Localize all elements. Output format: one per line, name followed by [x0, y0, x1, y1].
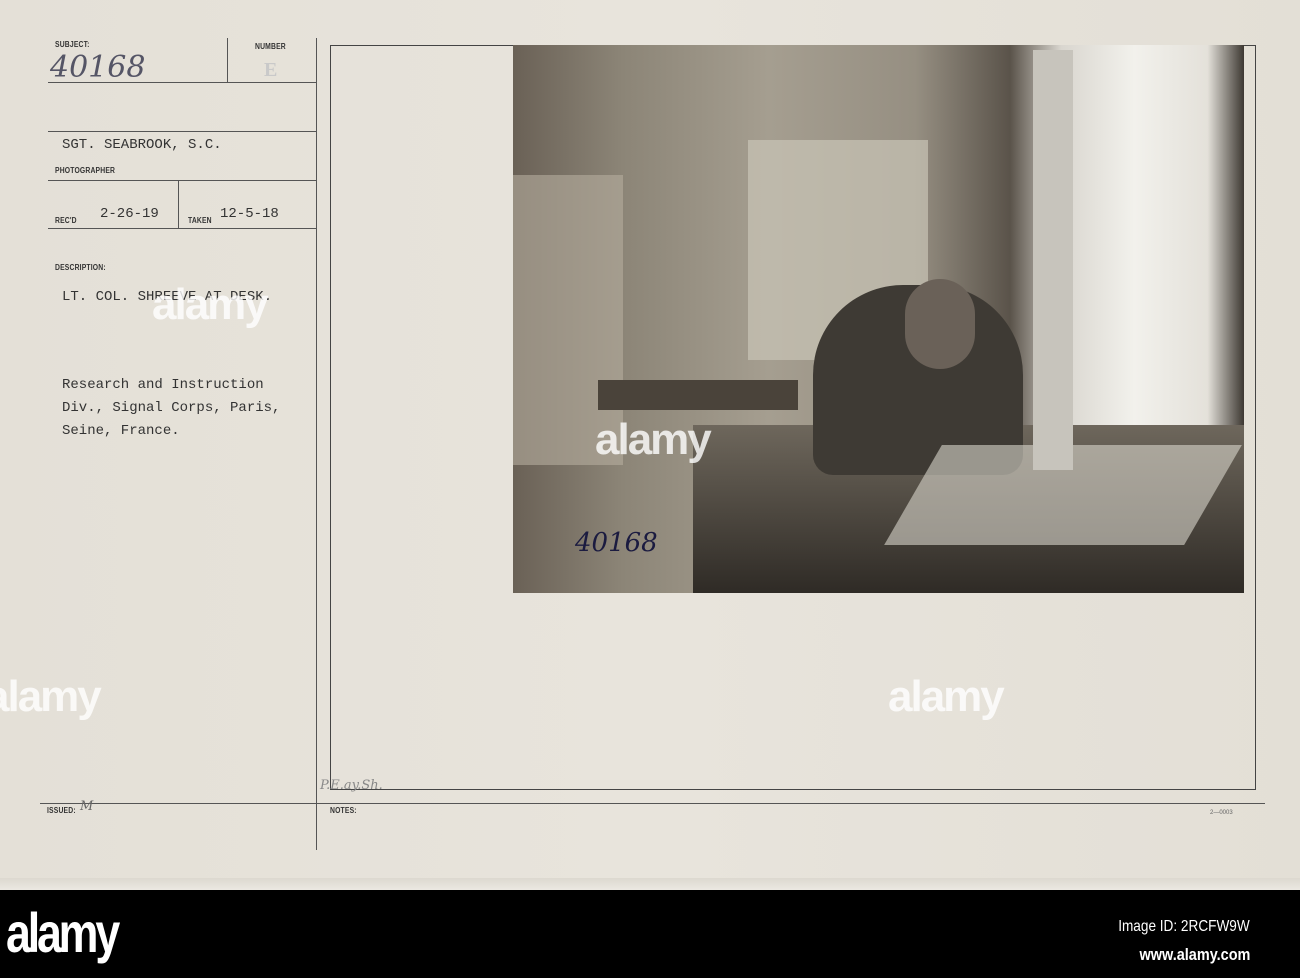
- stock-footer: alamy Image ID: 2RCFW9W www.alamy.com: [0, 890, 1300, 978]
- recd-date: 2-26-19: [100, 206, 159, 222]
- issued-value: M: [80, 799, 94, 814]
- photographer-name: SGT. SEABROOK, S.C.: [62, 137, 222, 153]
- notes-label: NOTES:: [330, 806, 357, 815]
- form-code: 2—0003: [1210, 810, 1233, 816]
- watermark: alamy: [888, 672, 1005, 721]
- description-line: Seine, France.: [62, 423, 180, 439]
- recd-label: REC'D: [55, 216, 77, 225]
- description-line: Div., Signal Corps, Paris,: [62, 400, 281, 416]
- notes-handwriting: P.E.ay.Sh.: [320, 778, 383, 793]
- number-value: E: [264, 59, 278, 81]
- subject-label: SUBJECT:: [55, 40, 90, 49]
- photograph: 40168: [513, 45, 1244, 593]
- watermark: alamy: [0, 672, 102, 721]
- alamy-url[interactable]: www.alamy.com: [1139, 945, 1250, 965]
- taken-label: TAKEN: [188, 216, 212, 225]
- image-id: Image ID: 2RCFW9W: [1118, 918, 1250, 935]
- description-line: Research and Instruction: [62, 377, 264, 393]
- watermark: alamy: [152, 280, 269, 329]
- description-label: DESCRIPTION:: [55, 263, 106, 272]
- subject-number: 40168: [50, 50, 146, 85]
- number-label: NUMBER: [255, 42, 286, 51]
- archival-photo-card: SUBJECT: 40168 NUMBER E SGT. SEABROOK, S…: [0, 0, 1300, 890]
- watermark: alamy: [595, 415, 712, 464]
- taken-date: 12-5-18: [220, 206, 279, 222]
- photographer-label: PHOTOGRAPHER: [55, 166, 116, 175]
- issued-label: ISSUED:: [47, 806, 76, 815]
- photo-number: 40168: [575, 528, 658, 558]
- alamy-logo: alamy: [6, 901, 120, 964]
